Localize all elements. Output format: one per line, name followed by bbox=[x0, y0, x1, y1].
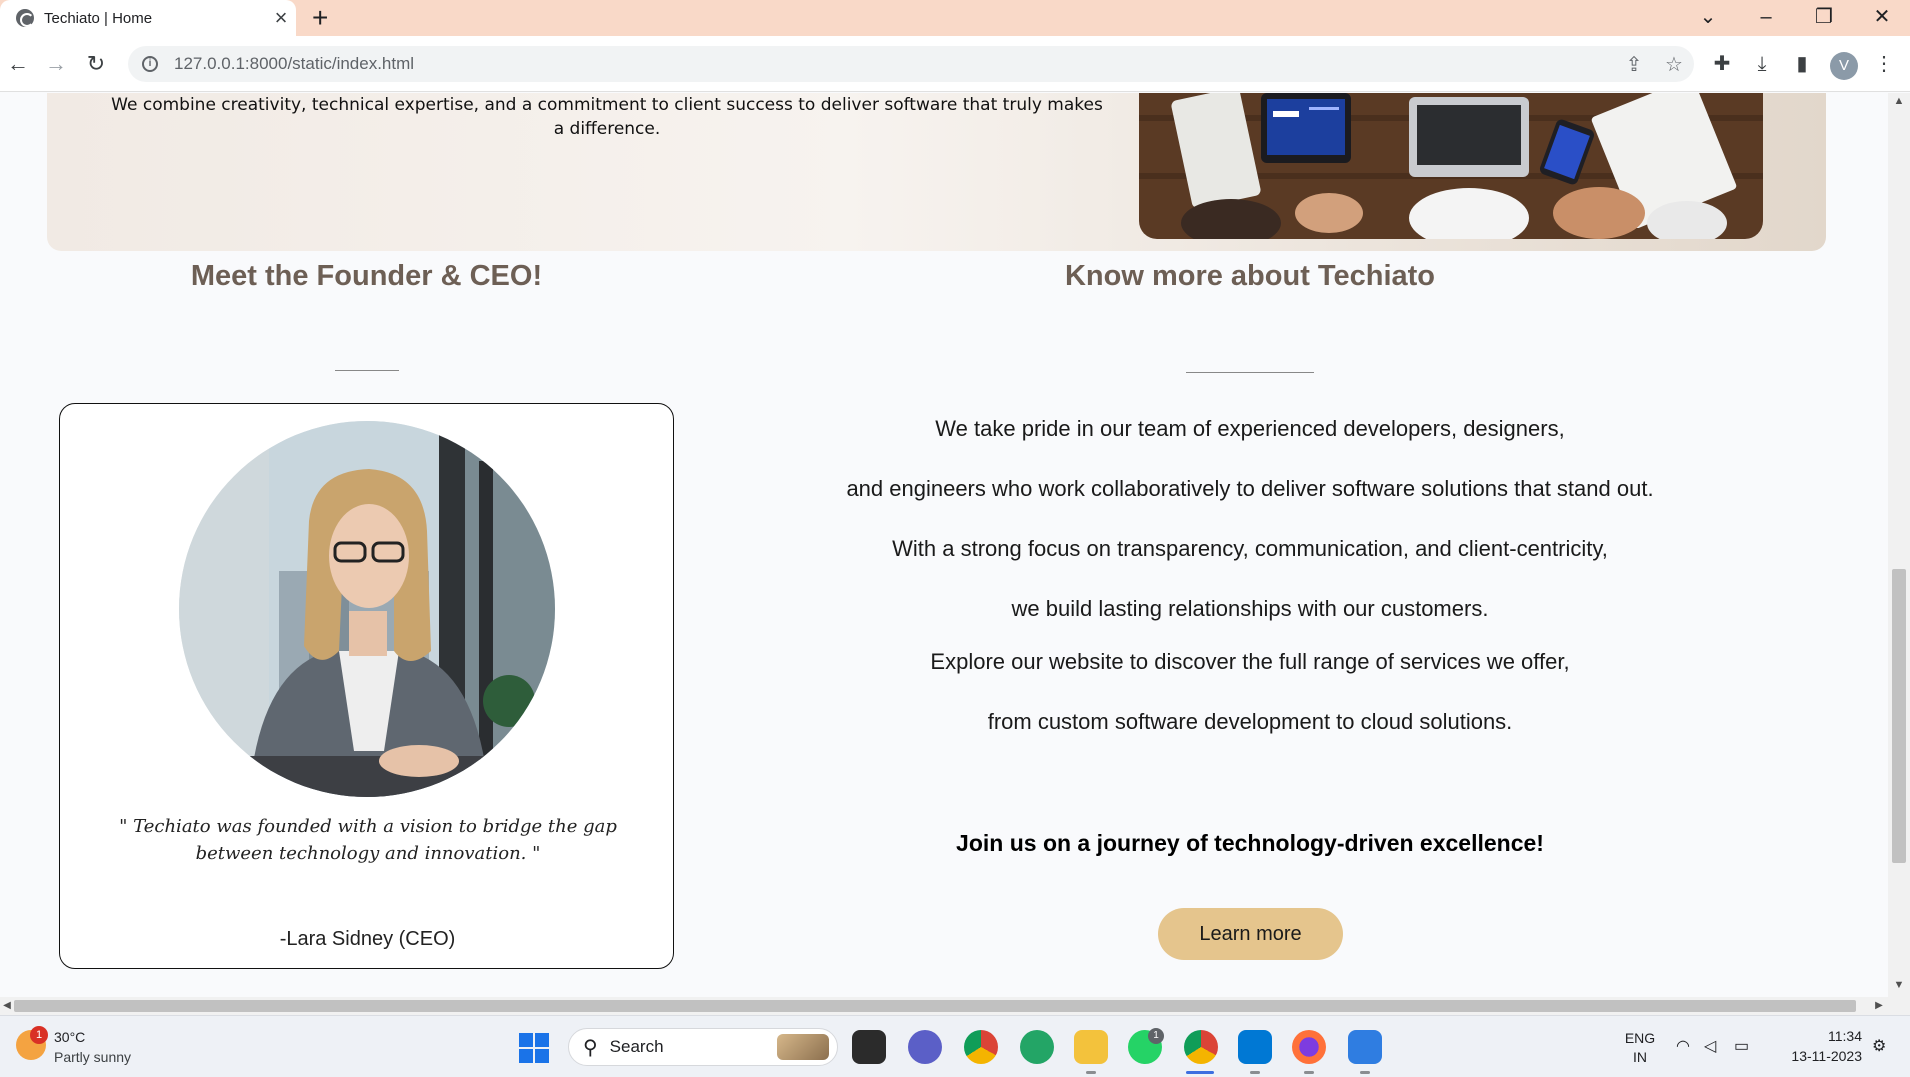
team-desk-photo bbox=[1139, 93, 1763, 239]
search-highlight-image bbox=[777, 1034, 829, 1060]
tab-strip: Techiato | Home × + ⌄ – ❐ ✕ bbox=[0, 0, 1910, 36]
about-line-3: With a strong focus on transparency, com… bbox=[892, 536, 1608, 561]
window-close-icon[interactable]: ✕ bbox=[1854, 0, 1910, 36]
ceo-quote: " Techiato was founded with a vision to … bbox=[119, 816, 617, 864]
page-viewport: We combine creativity, technical experti… bbox=[0, 93, 1888, 997]
taskbar: 1 30°C Partly sunny ⚲ Search 1 ENG IN ◠ … bbox=[0, 1015, 1910, 1077]
scroll-down-arrow-icon[interactable]: ▼ bbox=[1888, 979, 1910, 991]
weather-badge: 1 bbox=[30, 1026, 48, 1044]
download-icon[interactable]: ⤓ bbox=[1746, 48, 1778, 80]
about-line-6: from custom software development to clou… bbox=[987, 709, 1513, 734]
search-label: Search bbox=[609, 1037, 664, 1056]
chrome-profile-icon[interactable] bbox=[964, 1030, 998, 1064]
firefox-icon[interactable] bbox=[1292, 1030, 1326, 1064]
founder-card: " Techiato was founded with a vision to … bbox=[59, 403, 674, 969]
atom-app-icon[interactable] bbox=[1020, 1030, 1054, 1064]
hero-text: We combine creativity, technical experti… bbox=[111, 95, 1103, 139]
running-indicator bbox=[1086, 1071, 1096, 1074]
start-windows-icon[interactable] bbox=[519, 1033, 549, 1063]
vertical-scrollbar[interactable]: ▲ ▼ bbox=[1888, 93, 1910, 997]
learn-more-button[interactable]: Learn more bbox=[1158, 908, 1343, 960]
about-line-5: Explore our website to discover the full… bbox=[930, 649, 1570, 674]
minimize-icon[interactable]: – bbox=[1738, 0, 1794, 36]
wifi-icon[interactable]: ◠ bbox=[1676, 1036, 1690, 1056]
tab-search-chevron-icon[interactable]: ⌄ bbox=[1680, 0, 1736, 36]
hero-panel: We combine creativity, technical experti… bbox=[47, 93, 1826, 251]
globe-favicon-icon bbox=[16, 9, 34, 27]
horizontal-scrollbar[interactable]: ◀ ▶ bbox=[0, 997, 1910, 1015]
vertical-scroll-thumb[interactable] bbox=[1892, 569, 1906, 863]
browser-tab[interactable]: Techiato | Home × bbox=[0, 0, 296, 36]
about-line-1: We take pride in our team of experienced… bbox=[935, 416, 1565, 441]
scroll-up-arrow-icon[interactable]: ▲ bbox=[1888, 95, 1910, 107]
search-icon: ⚲ bbox=[583, 1036, 598, 1059]
close-icon[interactable]: × bbox=[266, 0, 296, 36]
restore-icon[interactable]: ❐ bbox=[1796, 0, 1852, 36]
language-bottom[interactable]: IN bbox=[1620, 1049, 1660, 1065]
language-top[interactable]: ENG bbox=[1620, 1030, 1660, 1046]
weather-desc[interactable]: Partly sunny bbox=[54, 1049, 131, 1065]
kebab-menu-icon[interactable]: ⋮ bbox=[1868, 48, 1900, 80]
clock-date[interactable]: 13-11-2023 bbox=[1772, 1048, 1862, 1064]
forward-arrow-icon[interactable]: → bbox=[40, 48, 72, 80]
task-view-icon[interactable] bbox=[852, 1030, 886, 1064]
site-info-icon[interactable]: i bbox=[142, 56, 158, 72]
about-heading-rule bbox=[1186, 372, 1314, 373]
whatsapp-badge: 1 bbox=[1148, 1028, 1164, 1044]
vscode-icon[interactable] bbox=[1238, 1030, 1272, 1064]
about-cta: Join us on a journey of technology-drive… bbox=[956, 830, 1544, 856]
founder-heading-rule bbox=[335, 370, 399, 371]
active-indicator bbox=[1186, 1071, 1214, 1074]
notepad-icon[interactable] bbox=[1348, 1030, 1382, 1064]
url-text[interactable]: 127.0.0.1:8000/static/index.html bbox=[174, 54, 1614, 74]
horizontal-scroll-thumb[interactable] bbox=[14, 1000, 1856, 1012]
file-explorer-icon[interactable] bbox=[1074, 1030, 1108, 1064]
reload-icon[interactable]: ↻ bbox=[80, 48, 112, 80]
scroll-left-arrow-icon[interactable]: ◀ bbox=[0, 997, 14, 1015]
scroll-right-arrow-icon[interactable]: ▶ bbox=[1872, 997, 1886, 1015]
browser-toolbar: ← → ↻ i 127.0.0.1:8000/static/index.html… bbox=[0, 36, 1910, 92]
address-bar[interactable]: i 127.0.0.1:8000/static/index.html ⇪ ☆ bbox=[128, 46, 1694, 82]
founder-heading: Meet the Founder & CEO! bbox=[190, 260, 543, 292]
running-indicator bbox=[1250, 1071, 1260, 1074]
volume-icon[interactable]: ◁ bbox=[1704, 1036, 1716, 1056]
about-line-4: we build lasting relationships with our … bbox=[1011, 596, 1489, 621]
chrome-icon[interactable] bbox=[1184, 1030, 1218, 1064]
side-panel-icon[interactable]: ▮ bbox=[1786, 48, 1818, 80]
bookmark-star-icon[interactable]: ☆ bbox=[1654, 52, 1694, 77]
extensions-puzzle-icon[interactable]: ✚ bbox=[1706, 48, 1738, 80]
ceo-signature: -Lara Sidney (CEO) bbox=[279, 928, 456, 950]
about-line-2: and engineers who work collaboratively t… bbox=[846, 476, 1654, 501]
ceo-portrait bbox=[179, 421, 555, 797]
running-indicator bbox=[1360, 1071, 1370, 1074]
taskbar-search[interactable]: ⚲ Search bbox=[568, 1028, 838, 1066]
tab-title: Techiato | Home bbox=[44, 9, 153, 27]
teams-chat-icon[interactable] bbox=[908, 1030, 942, 1064]
share-icon[interactable]: ⇪ bbox=[1614, 52, 1654, 77]
about-heading: Know more about Techiato bbox=[1064, 260, 1436, 292]
notification-gear-icon[interactable]: ⚙ bbox=[1872, 1036, 1886, 1056]
running-indicator bbox=[1304, 1071, 1314, 1074]
back-arrow-icon[interactable]: ← bbox=[2, 48, 34, 80]
battery-icon[interactable]: ▭ bbox=[1734, 1036, 1749, 1056]
clock-time[interactable]: 11:34 bbox=[1772, 1028, 1862, 1044]
new-tab-plus-icon[interactable]: + bbox=[312, 0, 328, 36]
weather-temp[interactable]: 30°C bbox=[54, 1029, 85, 1045]
profile-avatar[interactable]: V bbox=[1830, 52, 1858, 80]
